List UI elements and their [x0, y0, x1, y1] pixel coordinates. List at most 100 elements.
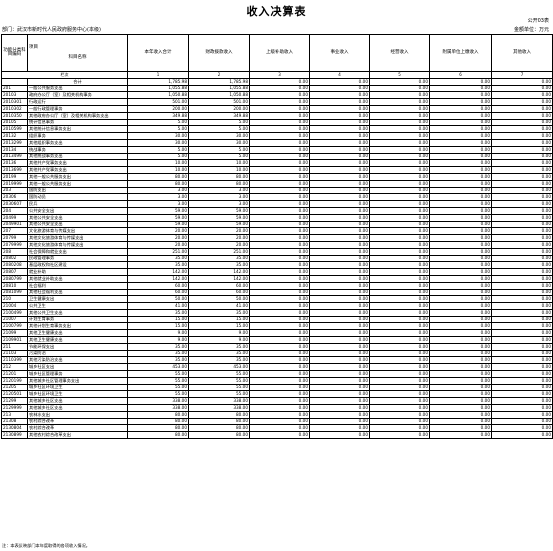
row-value: 0.00	[309, 152, 370, 161]
row-value: 0.00	[249, 91, 310, 100]
row-code: 21099	[1, 329, 28, 338]
row-value: 0.00	[429, 254, 492, 263]
row-value: 5.00	[188, 152, 250, 161]
row-value: 55.00	[188, 383, 250, 392]
table-row: 20802 民政管理事务 35.00 35.00 0.00 0.00 0.00 0.00 0.0…	[1, 254, 553, 263]
row-value: 0.00	[369, 424, 430, 433]
row-name: 其他污染防治支出	[27, 356, 128, 365]
table-row: 2010350 其他政府办公厅（室）及相关机构事务支出 349.88 349.88 0.…	[1, 111, 553, 120]
row-value: 0.00	[491, 118, 553, 127]
col-header: 事业收入	[309, 34, 370, 72]
row-value: 0.00	[309, 349, 370, 358]
row-value: 0.00	[429, 356, 492, 365]
row-value: 0.00	[491, 410, 553, 419]
row-value: 0.00	[369, 206, 430, 215]
row-value: 0.00	[429, 104, 492, 113]
row-value: 3.00	[127, 186, 189, 195]
row-value: 0.00	[249, 213, 310, 222]
row-value: 5.00	[188, 118, 250, 127]
row-value: 0.00	[369, 213, 430, 222]
row-value: 50.00	[127, 295, 189, 304]
row-code: 201	[1, 84, 28, 93]
row-value: 0.00	[491, 261, 553, 270]
row-value: 0.00	[309, 431, 370, 440]
row-name: 政府办公厅（室）及相关机构事务	[27, 91, 128, 100]
row-value: 0.00	[369, 172, 430, 181]
row-name: 节能环保支出	[27, 342, 128, 351]
row-value: 142.00	[188, 274, 250, 283]
table-row: 2110399 其他污染防治支出 35.00 35.00 0.00 0.00 0.00 0.0…	[1, 356, 553, 365]
row-value: 20.00	[188, 227, 250, 236]
row-value: 0.00	[249, 261, 310, 270]
row-value: 0.00	[369, 281, 430, 290]
row-value: 0.00	[491, 84, 553, 93]
row-value: 0.00	[249, 356, 310, 365]
row-value: 10.00	[188, 166, 250, 174]
row-value: 9.00	[188, 336, 250, 344]
row-value: 35.00	[188, 342, 250, 351]
row-value: 0.00	[369, 342, 430, 351]
column-index-row: 栏次 1 2 3 4 5 6 7	[1, 71, 553, 79]
row-code: 2010302	[1, 104, 28, 113]
row-value: 55.00	[127, 370, 189, 378]
row-value: 1,055.88	[127, 84, 189, 93]
row-value: 0.00	[249, 77, 310, 86]
row-value: 0.00	[369, 288, 430, 297]
row-value: 0.00	[491, 268, 553, 276]
row-value: 0.00	[369, 383, 430, 392]
row-value: 55.00	[188, 390, 250, 399]
row-value: 0.00	[249, 138, 310, 147]
row-code: 2013499	[1, 152, 28, 161]
row-code: 20810	[1, 281, 28, 290]
row-value: 0.00	[429, 417, 492, 426]
row-value: 142.00	[188, 268, 250, 276]
row-value: 0.00	[369, 125, 430, 134]
row-value: 0.00	[369, 370, 430, 378]
row-value: 3.00	[188, 186, 250, 195]
row-value: 0.00	[309, 179, 370, 188]
row-value: 0.00	[249, 247, 310, 256]
row-code: 207	[1, 227, 28, 236]
table-row: 203 国防支出 3.00 3.00 0.00 0.00 0.00 0.00 0.00	[1, 186, 553, 195]
row-value: 0.00	[249, 376, 310, 385]
row-value: 0.00	[249, 274, 310, 283]
row-code: 2130899	[1, 431, 28, 440]
row-value: 0.00	[429, 383, 492, 392]
row-value: 0.00	[429, 166, 492, 174]
row-value: 0.00	[491, 397, 553, 406]
row-value: 0.00	[249, 410, 310, 419]
row-value: 0.00	[369, 193, 430, 202]
row-name: 城乡社区支出	[27, 363, 128, 372]
row-name: 统战事务	[27, 145, 128, 154]
col-header: 附属单位上缴收入	[429, 34, 492, 72]
row-code	[1, 77, 28, 86]
table-row: 2130899 其他农村综合改革支出 80.00 80.00 0.00 0.00 0.00 0…	[1, 431, 553, 440]
row-value: 0.00	[491, 159, 553, 168]
row-code: 20306	[1, 193, 28, 202]
row-value: 59.00	[188, 206, 250, 215]
form-number: 公开03表	[527, 18, 549, 24]
row-value: 0.00	[429, 227, 492, 236]
row-value: 0.00	[491, 234, 553, 242]
row-value: 453.00	[127, 363, 189, 372]
row-name: 合计	[27, 77, 128, 86]
row-code: 2013299	[1, 138, 28, 147]
row-value: 0.00	[491, 390, 553, 399]
row-value: 0.00	[369, 397, 430, 406]
row-value: 0.00	[309, 356, 370, 365]
unit-label: 金额单位：万元	[513, 27, 549, 33]
row-name: 公共卫生	[27, 302, 128, 310]
row-value: 0.00	[369, 308, 430, 317]
row-name: 行政运行	[27, 98, 128, 106]
row-value: 0.00	[369, 132, 430, 140]
row-value: 0.00	[429, 84, 492, 93]
table-row: 2100499 其他公共卫生支出 35.00 35.00 0.00 0.00 0.00 0.0…	[1, 308, 553, 317]
row-name: 其他一般公共服务支出	[27, 179, 128, 188]
row-value: 35.00	[127, 342, 189, 351]
row-name: 其他城乡社区支出	[27, 404, 128, 412]
row-value: 0.00	[309, 220, 370, 229]
row-value: 0.00	[491, 363, 553, 372]
row-value: 0.00	[369, 336, 430, 344]
row-value: 0.00	[309, 281, 370, 290]
row-value: 0.00	[249, 179, 310, 188]
